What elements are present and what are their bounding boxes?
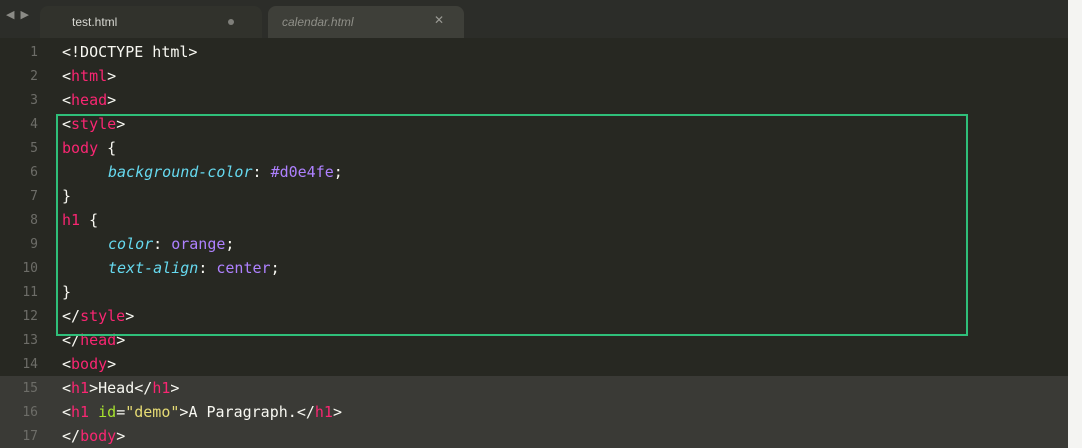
line-text: <head> [62, 91, 116, 109]
attr-token: id [89, 403, 117, 421]
code-line: 15 <h1>Head</h1> [0, 376, 1068, 400]
tab-nav[interactable]: ◀ ▶ [6, 8, 29, 21]
punct-token: > [332, 403, 342, 421]
line-number: 8 [30, 212, 38, 228]
line-number: 16 [22, 404, 38, 420]
line-number: 15 [22, 380, 38, 396]
doctype-token: <!DOCTYPE html> [62, 43, 198, 61]
arrow-left-icon[interactable]: ◀ [6, 8, 14, 21]
punct-token: > [89, 379, 99, 397]
punct-token: = [116, 403, 126, 421]
tag-token: h1 [71, 379, 90, 397]
string-token: "demo" [125, 403, 180, 421]
tab-label: calendar.html [282, 15, 354, 29]
tag-token: h1 [152, 379, 171, 397]
line-number: 3 [30, 92, 38, 108]
highlight-box [56, 114, 968, 336]
tab-test-html[interactable]: test.html [40, 6, 262, 38]
punct-token: < [62, 91, 72, 109]
punct-token: > [107, 91, 117, 109]
tag-token: body [71, 355, 108, 373]
line-text: <html> [62, 67, 116, 85]
punct-token: > [107, 67, 117, 85]
code-line: 16 <h1 id="demo">A Paragraph.</h1> [0, 400, 1068, 424]
line-number: 9 [30, 236, 38, 252]
punct-token: > [107, 355, 117, 373]
punct-token: </ [134, 379, 153, 397]
unsaved-dot-icon[interactable] [228, 19, 234, 25]
code-editor[interactable]: 1 <!DOCTYPE html> 2 <html> 3 <head> 4 <s… [0, 38, 1068, 448]
tab-bar: ◀ ▶ test.html calendar.html ✕ [0, 0, 1068, 38]
code-line: 3 <head> [0, 88, 1068, 112]
editor-window: ◀ ▶ test.html calendar.html ✕ 1 <!DOCTYP… [0, 0, 1068, 448]
text-token: Head [98, 379, 135, 397]
line-number: 14 [22, 356, 38, 372]
tag-token: body [80, 427, 117, 445]
close-icon[interactable]: ✕ [434, 13, 444, 27]
tag-token: head [71, 91, 108, 109]
line-number: 10 [22, 260, 38, 276]
line-text: <h1>Head</h1> [62, 379, 179, 397]
line-number: 6 [30, 164, 38, 180]
punct-token: < [62, 403, 72, 421]
code-line: 1 <!DOCTYPE html> [0, 40, 1068, 64]
tag-token: h1 [314, 403, 333, 421]
line-text: <h1 id="demo">A Paragraph.</h1> [62, 403, 342, 421]
code-line: 17 </body> [0, 424, 1068, 448]
punct-token: < [62, 355, 72, 373]
line-text: <body> [62, 355, 116, 373]
code-line: 2 <html> [0, 64, 1068, 88]
line-number: 5 [30, 140, 38, 156]
punct-token: </ [62, 427, 81, 445]
tag-token: html [71, 67, 108, 85]
punct-token: < [62, 67, 72, 85]
line-text: <!DOCTYPE html> [62, 43, 197, 61]
line-number: 12 [22, 308, 38, 324]
tab-label: test.html [72, 15, 118, 29]
tab-calendar-html[interactable]: calendar.html ✕ [268, 6, 464, 38]
arrow-right-icon[interactable]: ▶ [20, 8, 28, 21]
punct-token: > [170, 379, 180, 397]
text-token: A Paragraph. [188, 403, 297, 421]
line-number: 7 [30, 188, 38, 204]
line-number: 1 [30, 44, 38, 60]
line-number: 13 [22, 332, 38, 348]
punct-token: > [116, 427, 126, 445]
line-text: </body> [62, 427, 125, 445]
code-line: 14 <body> [0, 352, 1068, 376]
line-number: 11 [22, 284, 38, 300]
tag-token: h1 [71, 403, 90, 421]
line-number: 2 [30, 68, 38, 84]
punct-token: </ [296, 403, 315, 421]
line-number: 17 [22, 428, 38, 444]
line-number: 4 [30, 116, 38, 132]
punct-token: < [62, 379, 72, 397]
